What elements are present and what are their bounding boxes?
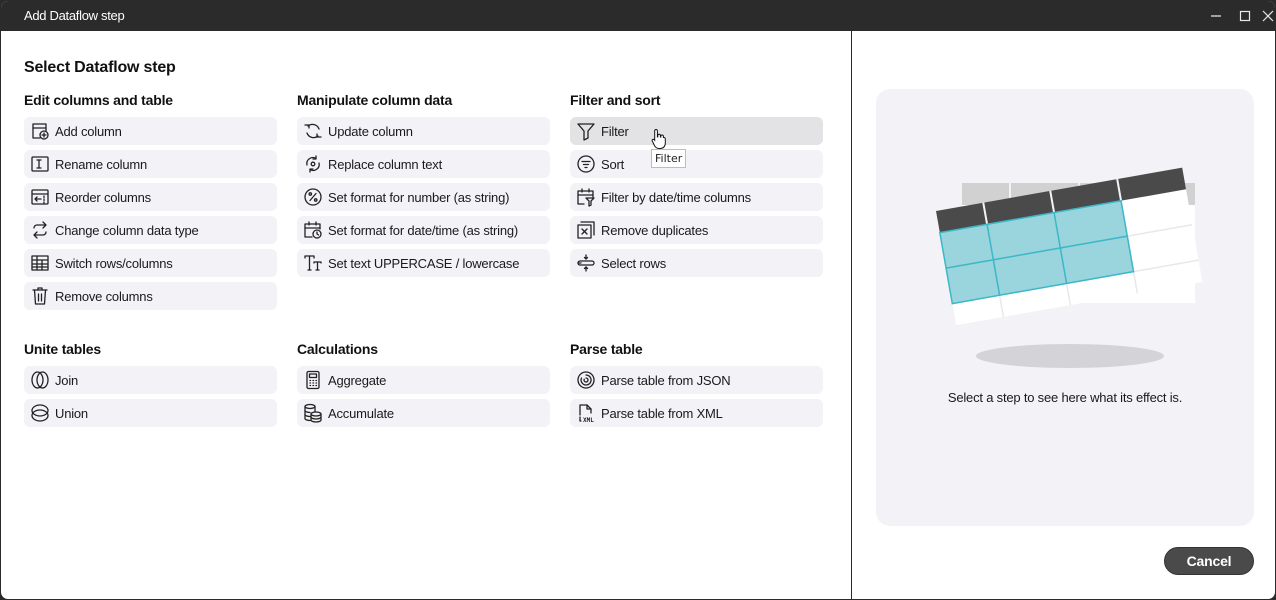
coins-icon	[302, 402, 324, 424]
step-label: Aggregate	[328, 372, 387, 388]
step-set-number-format[interactable]: Set format for number (as string)	[297, 183, 550, 211]
json-icon	[575, 369, 597, 391]
reorder-icon	[29, 186, 51, 208]
step-label: Parse table from XML	[601, 405, 723, 421]
tooltip: Filter	[651, 149, 687, 168]
calendar-clock-icon	[302, 219, 324, 241]
union-icon	[29, 402, 51, 424]
step-label: Reorder columns	[55, 189, 151, 205]
group-title: Manipulate column data	[297, 92, 453, 108]
rename-icon	[29, 153, 51, 175]
step-parse-json[interactable]: Parse table from JSON	[570, 366, 823, 394]
step-aggregate[interactable]: Aggregate	[297, 366, 550, 394]
calculator-icon	[302, 369, 324, 391]
grid-icon	[29, 252, 51, 274]
text-case-icon	[302, 252, 324, 274]
step-union[interactable]: Union	[24, 399, 277, 427]
step-switch-rows-columns[interactable]: Switch rows/columns	[24, 249, 277, 277]
group-edit-columns: Edit columns and table Add column Rename…	[24, 92, 277, 310]
step-label: Replace column text	[328, 156, 442, 172]
illustration-shadow	[976, 344, 1164, 368]
page-title: Select Dataflow step	[24, 59, 176, 76]
step-label: Parse table from JSON	[601, 372, 731, 388]
group-filter-and-sort: Filter and sort Filter Sort Filter by da…	[570, 92, 823, 277]
step-add-column[interactable]: Add column	[24, 117, 277, 145]
cancel-button[interactable]: Cancel	[1164, 547, 1254, 575]
step-parse-xml[interactable]: XML Parse table from XML	[570, 399, 823, 427]
step-reorder-columns[interactable]: Reorder columns	[24, 183, 277, 211]
step-remove-columns[interactable]: Remove columns	[24, 282, 277, 310]
step-label: Sort	[601, 156, 625, 172]
group-title: Filter and sort	[570, 92, 661, 108]
replace-icon	[302, 153, 324, 175]
minimize-button[interactable]	[1201, 1, 1231, 31]
step-join[interactable]: Join	[24, 366, 277, 394]
maximize-button[interactable]	[1230, 1, 1260, 31]
step-label: Accumulate	[328, 405, 394, 421]
step-sort[interactable]: Sort	[570, 150, 823, 178]
step-filter-by-datetime[interactable]: Filter by date/time columns	[570, 183, 823, 211]
step-label: Rename column	[55, 156, 148, 172]
step-accumulate[interactable]: Accumulate	[297, 399, 550, 427]
window-title: Add Dataflow step	[24, 8, 125, 23]
group-calculations: Calculations Aggregate Accumulate	[297, 341, 550, 427]
select-rows-icon	[575, 252, 597, 274]
sort-icon	[575, 153, 597, 175]
step-label: Remove columns	[55, 288, 153, 304]
add-column-icon	[29, 120, 51, 142]
group-title: Unite tables	[24, 341, 101, 357]
step-label: Join	[55, 372, 79, 388]
step-update-column[interactable]: Update column	[297, 117, 550, 145]
table-illustration	[936, 167, 1203, 368]
calendar-filter-icon	[575, 186, 597, 208]
step-change-column-data-type[interactable]: Change column data type	[24, 216, 277, 244]
join-icon	[29, 369, 51, 391]
step-label: Switch rows/columns	[55, 255, 173, 271]
step-rename-column[interactable]: Rename column	[24, 150, 277, 178]
step-label: Add column	[55, 123, 122, 139]
step-set-datetime-format[interactable]: Set format for date/time (as string)	[297, 216, 550, 244]
group-title: Edit columns and table	[24, 92, 173, 108]
step-label: Select rows	[601, 255, 666, 271]
add-dataflow-step-dialog: Add Dataflow step Select Dataflow step E…	[0, 0, 1276, 600]
step-filter[interactable]: Filter	[570, 117, 823, 145]
step-label: Change column data type	[55, 222, 199, 238]
step-label: Filter by date/time columns	[601, 189, 751, 205]
refresh-icon	[302, 120, 324, 142]
preview-description: Select a step to see here what its effec…	[947, 390, 1183, 405]
xml-file-icon: XML	[575, 402, 597, 424]
step-replace-column-text[interactable]: Replace column text	[297, 150, 550, 178]
close-button[interactable]	[1259, 1, 1275, 31]
step-label: Remove duplicates	[601, 222, 709, 238]
preview-panel: Select a step to see here what its effec…	[852, 31, 1275, 599]
step-select-rows[interactable]: Select rows	[570, 249, 823, 277]
title-bar: Add Dataflow step	[1, 1, 1275, 31]
group-title: Parse table	[570, 341, 643, 357]
group-manipulate-column-data: Manipulate column data Update column Rep…	[297, 92, 550, 277]
close-icon	[1262, 10, 1274, 22]
step-label: Update column	[328, 123, 413, 139]
maximize-icon	[1239, 10, 1251, 22]
filter-icon	[575, 120, 597, 142]
svg-text:XML: XML	[583, 417, 594, 423]
step-label: Union	[55, 405, 88, 421]
group-parse-table: Parse table Parse table from JSON XML Pa…	[570, 341, 823, 427]
step-label: Filter	[601, 123, 629, 139]
group-title: Calculations	[297, 341, 378, 357]
step-label: Set format for number (as string)	[328, 189, 510, 205]
step-list-panel: Select Dataflow step Edit columns and ta…	[1, 31, 851, 599]
preview-card: Select a step to see here what its effec…	[876, 89, 1254, 526]
step-label: Set format for date/time (as string)	[328, 222, 519, 238]
trash-icon	[29, 285, 51, 307]
swap-icon	[29, 219, 51, 241]
minimize-icon	[1211, 15, 1221, 17]
step-set-text-case[interactable]: Set text UPPERCASE / lowercase	[297, 249, 550, 277]
step-remove-duplicates[interactable]: Remove duplicates	[570, 216, 823, 244]
percent-icon	[302, 186, 324, 208]
remove-duplicates-icon	[575, 219, 597, 241]
step-label: Set text UPPERCASE / lowercase	[328, 255, 520, 271]
group-unite-tables: Unite tables Join Union	[24, 341, 277, 427]
